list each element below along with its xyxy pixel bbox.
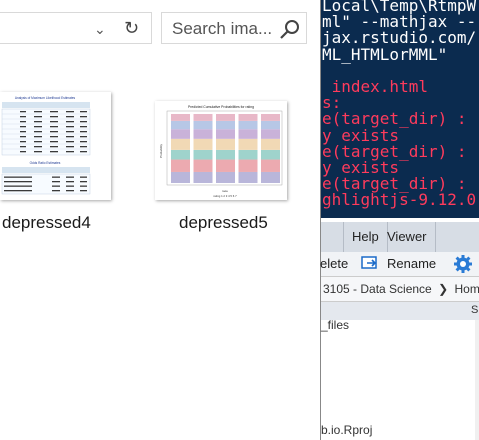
file-explorer-window: ⌄ ↻ Search ima... Analysis of Maximum Li…	[0, 0, 320, 440]
search-icon[interactable]	[279, 19, 301, 39]
bar-segment	[171, 138, 190, 150]
bar-segment	[261, 149, 280, 160]
breadcrumb: 3105 - Data Science ❯ Hom	[321, 277, 479, 302]
bar-segment	[216, 171, 235, 183]
thumb-ylabel: Probability	[159, 144, 163, 159]
console-pane[interactable]: Local\Temp\RtmpW ml" --mathjax -- jax.rstu…	[321, 0, 479, 218]
bar-segment	[238, 114, 258, 121]
bar-segment	[171, 159, 190, 172]
bar-segment	[261, 159, 280, 172]
rename-button[interactable]: Rename	[387, 256, 436, 271]
breadcrumb-item[interactable]: 3105 - Data Science	[323, 282, 432, 296]
pane-tab-bar: Help Viewer	[321, 222, 479, 253]
chart-preview: Predicted Cumulative Probabilities for r…	[159, 105, 283, 198]
bar-segment	[193, 149, 213, 160]
search-box[interactable]: Search ima...	[161, 12, 307, 44]
thumb-title: Analysis of Maximum Likelihood Estimates	[15, 96, 76, 100]
search-input[interactable]: Search ima...	[172, 19, 272, 39]
chevron-down-icon[interactable]: ⌄	[94, 22, 106, 38]
file-name-depressed5[interactable]: depressed5	[179, 213, 268, 233]
bar-segment	[238, 171, 258, 183]
bar-segment	[261, 171, 280, 183]
thumb-legend: rating 1 2 3 4 5 6 7	[213, 194, 237, 198]
bar-segment	[216, 138, 235, 150]
column-header[interactable]: S	[471, 304, 478, 316]
chevron-right-icon: ❯	[438, 282, 449, 296]
scrollbar[interactable]	[475, 320, 479, 440]
bar-segment	[193, 120, 213, 130]
bar-segment	[216, 120, 235, 130]
bar-segment	[171, 129, 190, 139]
bar-segment	[193, 171, 213, 183]
thumb-xlabel: race	[222, 189, 228, 193]
bar-segment	[238, 129, 258, 139]
console-line: ghlightjs-9.12.0	[322, 190, 477, 210]
table-preview: Analysis of Maximum Likelihood Estimates	[1, 96, 91, 195]
bar-segment	[238, 120, 258, 130]
bar-segment	[193, 114, 213, 121]
bar-segment	[216, 129, 235, 139]
address-bar[interactable]: ⌄ ↻	[0, 12, 152, 44]
bar-segment	[193, 138, 213, 150]
bar-segment	[216, 159, 235, 172]
stacked-bars	[171, 114, 280, 183]
bar-segment	[171, 149, 190, 160]
bar-segment	[261, 129, 280, 139]
bar-segment	[261, 138, 280, 150]
bar-segment	[171, 120, 190, 130]
console-line: e(target_dir) :	[322, 109, 467, 129]
tab-viewer[interactable]: Viewer	[379, 222, 436, 252]
file-name-depressed4[interactable]: depressed4	[2, 213, 91, 233]
bar-segment	[261, 120, 280, 130]
file-thumbnail-depressed4[interactable]: Analysis of Maximum Likelihood Estimates	[0, 92, 111, 200]
bar-segment	[238, 138, 258, 150]
bar-segment	[193, 129, 213, 139]
file-thumbnail-depressed5[interactable]: Predicted Cumulative Probabilities for r…	[155, 101, 287, 200]
bar-segment	[216, 149, 235, 160]
breadcrumb-item[interactable]: Hom	[454, 282, 479, 296]
files-list: _files b.io.Rproj	[321, 318, 479, 440]
thumb-subtitle: Odds Ratio Estimates	[30, 161, 61, 165]
bar-segment	[238, 149, 258, 160]
bar-segment	[171, 114, 190, 121]
rstudio-window: Local\Temp\RtmpW ml" --mathjax -- jax.rstu…	[320, 0, 479, 440]
bar-segment	[171, 171, 190, 183]
list-item[interactable]: _files	[321, 318, 349, 332]
bar-segment	[193, 159, 213, 172]
bar-segment	[261, 114, 280, 121]
delete-button[interactable]: elete	[320, 256, 348, 271]
bar-segment	[216, 114, 235, 121]
console-line: ML_HTMLorMML"	[322, 44, 448, 64]
rename-icon[interactable]	[361, 255, 381, 274]
gear-icon[interactable]	[453, 254, 473, 277]
files-toolbar: elete Rename	[320, 252, 479, 277]
thumb-title: Predicted Cumulative Probabilities for r…	[188, 105, 254, 109]
bar-segment	[238, 159, 258, 172]
console-line: jax.rstudio.com/	[322, 28, 477, 48]
list-item[interactable]: b.io.Rproj	[321, 423, 372, 437]
refresh-icon[interactable]: ↻	[124, 18, 139, 39]
